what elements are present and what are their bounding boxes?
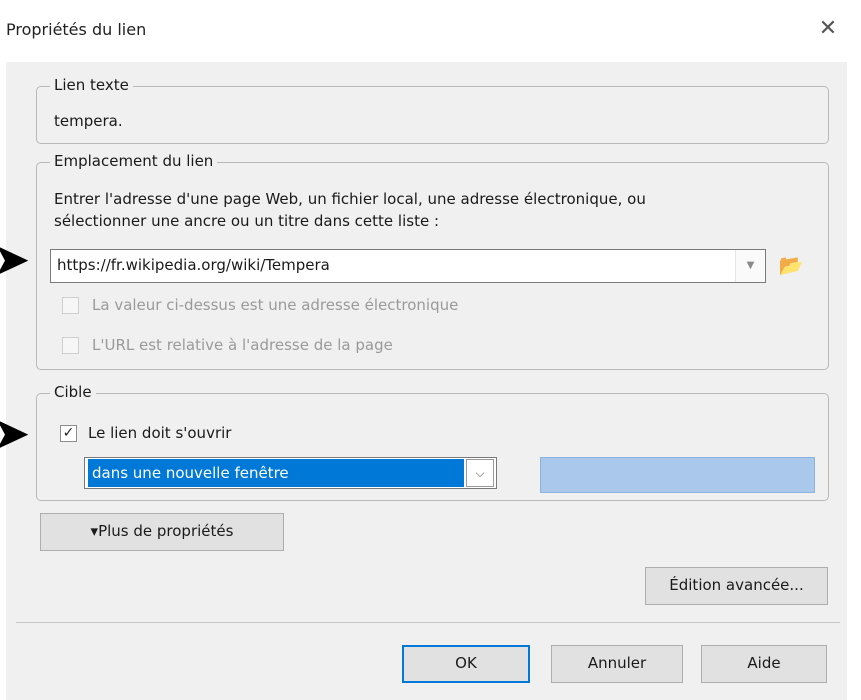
open-link-checkbox[interactable]: ✓ <box>60 425 77 442</box>
target-select[interactable]: dans une nouvelle fenêtre ⌵ <box>84 457 497 489</box>
folder-open-icon[interactable]: 📂 <box>776 249 806 281</box>
advanced-edit-button[interactable]: Édition avancée... <box>645 567 828 605</box>
relative-url-checkbox-label: L'URL est relative à l'adresse de la pag… <box>92 336 393 354</box>
url-input[interactable]: https://fr.wikipedia.org/wiki/Tempera ▼ <box>50 249 766 283</box>
link-text-legend: Lien texte <box>50 75 133 95</box>
close-icon[interactable]: ✕ <box>814 14 842 44</box>
target-frame-field[interactable] <box>540 457 815 493</box>
url-dropdown-icon[interactable]: ▼ <box>735 250 765 282</box>
link-text-group <box>36 86 829 144</box>
url-input-value[interactable]: https://fr.wikipedia.org/wiki/Tempera <box>57 256 330 274</box>
location-instruction-line2: sélectionner une ancre ou un titre dans … <box>54 212 439 230</box>
ok-button[interactable]: OK <box>402 645 530 683</box>
footer-separator <box>16 622 840 623</box>
link-location-legend: Emplacement du lien <box>50 151 218 171</box>
link-text-value: tempera. <box>54 112 123 130</box>
cancel-button[interactable]: Annuler <box>551 645 683 683</box>
annotation-arrow-target: ➤ <box>0 406 31 460</box>
help-button[interactable]: Aide <box>701 645 827 683</box>
target-select-value[interactable]: dans une nouvelle fenêtre <box>88 459 464 487</box>
window-title: Propriétés du lien <box>6 20 147 39</box>
target-select-chevron-icon[interactable]: ⌵ <box>466 459 494 487</box>
more-properties-button[interactable]: ▾Plus de propriétés <box>40 513 284 551</box>
open-link-checkbox-label: Le lien doit s'ouvrir <box>88 424 232 442</box>
email-checkbox-label: La valeur ci-dessus est une adresse élec… <box>92 296 459 314</box>
location-instruction-line1: Entrer l'adresse d'une page Web, un fich… <box>54 190 646 208</box>
relative-url-checkbox[interactable] <box>62 337 79 354</box>
annotation-arrow-url: ➤ <box>0 232 31 286</box>
target-legend: Cible <box>50 382 96 402</box>
email-checkbox[interactable] <box>62 297 79 314</box>
